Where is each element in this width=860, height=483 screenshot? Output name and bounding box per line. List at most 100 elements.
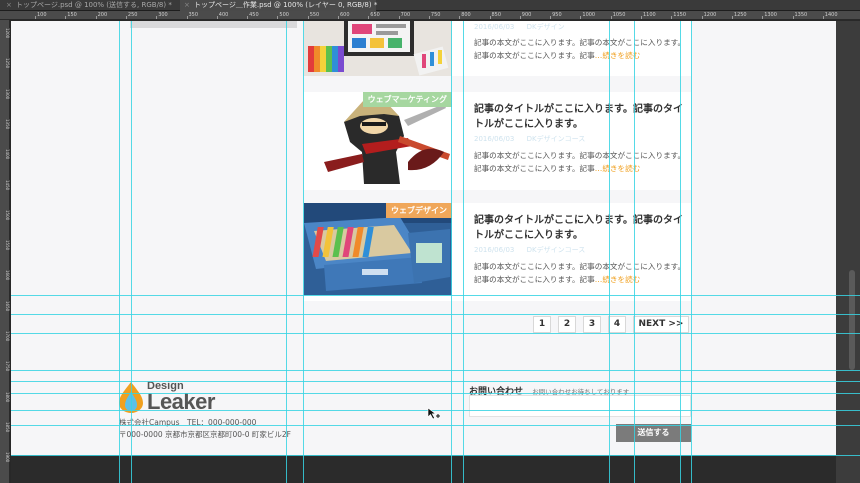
excerpt-text: 記事の本文がここに入ります。記事の本文がここに入ります。記事の本文がここに入りま… — [474, 38, 686, 60]
design-tools-image-icon — [304, 21, 452, 76]
article-title[interactable]: 記事のタイトルがここに入ります。記事のタイトルがここに入ります。 — [474, 102, 689, 132]
guide-line[interactable] — [131, 21, 132, 483]
sidebar-block — [130, 21, 297, 28]
ruler-tick-label: 1650 — [5, 300, 10, 311]
close-tab-icon[interactable]: × — [6, 0, 12, 11]
ruler-tick — [731, 16, 733, 19]
guide-line[interactable] — [634, 21, 635, 483]
design-leaker-logo[interactable]: Design Leaker — [117, 378, 257, 418]
close-tab-icon[interactable]: × — [184, 0, 190, 11]
vertical-ruler[interactable]: 1200 1250 1300 1350 1400 1450 1500 1550 1600 1650… — [0, 20, 10, 483]
guide-line[interactable] — [609, 21, 610, 483]
guide-line[interactable] — [451, 21, 452, 483]
page-1-button[interactable]: 1 — [533, 316, 551, 333]
guide-line[interactable] — [11, 370, 860, 371]
tag-label[interactable]: DKデザイン — [527, 23, 565, 31]
ruler-tick-label: 1750 — [5, 361, 10, 372]
ruler-tick-label: 1900 — [5, 452, 10, 463]
guide-line[interactable] — [286, 21, 287, 483]
guide-line[interactable] — [11, 314, 860, 315]
ruler-tick-label: 1050 — [612, 12, 626, 18]
guide-line[interactable] — [11, 333, 860, 334]
article-card[interactable]: ウェブデザイン 記事のタイトルがここに入ります。記事のタイトルがここに入ります。… — [304, 203, 691, 301]
guide-line[interactable] — [11, 393, 860, 394]
tab-top-page-psd[interactable]: × トップページ.psd @ 100% (送信する, RGB/8) * — [2, 0, 178, 11]
date-label: 2016/06/03 — [474, 135, 515, 143]
ruler-tick-label: 900 — [521, 12, 532, 18]
horizontal-ruler[interactable]: 100 150 200 250 300 350 400 450 500 550 600 650 700 7… — [0, 11, 860, 20]
article-thumbnail-file-cabinet[interactable]: ウェブデザイン — [304, 203, 452, 295]
article-meta: 2016/06/03 DKデザインコース — [474, 134, 595, 144]
ruler-tick-label: 400 — [218, 12, 229, 18]
document-tab-bar: × トップページ.psd @ 100% (送信する, RGB/8) * × トッ… — [0, 0, 860, 11]
ruler-tick — [247, 16, 249, 19]
ruler-tick-label: 1200 — [703, 12, 717, 18]
page-4-button[interactable]: 4 — [608, 316, 626, 333]
ruler-tick-label: 500 — [279, 12, 289, 18]
ruler-tick — [428, 16, 430, 19]
ruler-tick — [610, 16, 612, 19]
guide-line[interactable] — [680, 21, 681, 483]
document-canvas[interactable]: 2016/06/03 DKデザイン 記事の本文がここに入ります。記事の本文がここ… — [11, 21, 836, 455]
guide-line[interactable] — [691, 21, 692, 483]
ruler-tick-label: 300 — [158, 12, 168, 18]
excerpt-text: 記事の本文がここに入ります。記事の本文がここに入ります。記事の本文がここに入りま… — [474, 151, 686, 173]
guide-line[interactable] — [119, 21, 120, 483]
ruler-tick-label: 1400 — [5, 149, 10, 160]
page-2-button[interactable]: 2 — [558, 316, 576, 333]
contact-input-field[interactable] — [469, 395, 691, 417]
ruler-tick-label: 1250 — [733, 12, 747, 18]
article-card[interactable]: 2016/06/03 DKデザイン 記事の本文がここに入ります。記事の本文がここ… — [304, 21, 691, 76]
move-cursor-icon — [427, 407, 440, 420]
ruler-tick — [368, 16, 370, 19]
ruler-tick-label: 100 — [37, 12, 47, 18]
ruler-tick-label: 950 — [552, 12, 562, 18]
tab-top-page-work-psd[interactable]: × トップページ＿作業.psd @ 100% (レイヤー 0, RGB/8) * — [180, 0, 378, 11]
tab-label: トップページ.psd @ 100% (送信する, RGB/8) * — [16, 1, 172, 9]
ruler-tick-label: 1600 — [5, 270, 10, 281]
ruler-tick — [489, 16, 491, 19]
article-excerpt: 記事の本文がここに入ります。記事の本文がここに入ります。記事の本文がここに入りま… — [474, 36, 689, 62]
ruler-tick — [671, 16, 673, 19]
ruler-tick-label: 600 — [340, 12, 350, 18]
excerpt-text: 記事の本文がここに入ります。記事の本文がここに入ります。記事の本文がここに入りま… — [474, 262, 686, 284]
ruler-tick-label: 550 — [309, 12, 320, 18]
ruler-tick — [338, 16, 339, 19]
ruler-tick-label: 1350 — [794, 12, 808, 18]
ruler-tick-label: 700 — [400, 12, 411, 18]
ruler-tick-label: 450 — [249, 12, 259, 18]
ruler-tick-label: 1850 — [5, 421, 10, 433]
ruler-tick — [580, 16, 582, 19]
ruler-tick-label: 1200 — [5, 28, 10, 39]
category-badge[interactable]: ウェブデザイン — [386, 203, 452, 218]
article-card[interactable]: ウェブマーケティング 記事のタイトルがここに入ります。記事のタイトルがここに入り… — [304, 92, 691, 190]
guide-line[interactable] — [11, 295, 860, 296]
guide-line[interactable] — [11, 381, 860, 382]
company-info: 株式会社Campus TEL：000-000-000 〒000-0000 京都市… — [119, 417, 291, 441]
date-label: 2016/06/03 — [474, 23, 515, 31]
article-title[interactable]: 記事のタイトルがここに入ります。記事のタイトルがここに入ります。 — [474, 213, 689, 243]
tag-label[interactable]: DKデザインコース — [527, 135, 586, 143]
guide-line[interactable] — [463, 21, 464, 483]
guide-line[interactable] — [303, 21, 304, 483]
date-label: 2016/06/03 — [474, 246, 515, 254]
ruler-tick-label: 1250 — [5, 58, 10, 69]
tag-label[interactable]: DKデザインコース — [527, 246, 586, 254]
ruler-tick-label: 200 — [97, 12, 108, 18]
vertical-scrollbar-track[interactable] — [836, 21, 860, 483]
ruler-tick — [277, 16, 279, 19]
category-badge[interactable]: ウェブマーケティング — [362, 92, 452, 107]
pasteboard — [11, 455, 836, 483]
article-thumbnail-design-tools[interactable] — [304, 21, 452, 76]
vertical-scrollbar-thumb[interactable] — [849, 270, 855, 370]
ruler-tick-label: 150 — [67, 12, 77, 18]
article-thumbnail-ninja[interactable]: ウェブマーケティング — [304, 92, 452, 184]
ruler-tick — [95, 16, 97, 19]
tab-label: トップページ＿作業.psd @ 100% (レイヤー 0, RGB/8) * — [194, 1, 378, 9]
address-line: 〒000-0000 京都市京都区京都町00-0 町家ビル2F — [119, 430, 291, 439]
ruler-tick-label: 1000 — [582, 12, 596, 18]
page-3-button[interactable]: 3 — [583, 316, 601, 333]
guide-line[interactable] — [11, 455, 860, 456]
guide-line[interactable] — [11, 425, 860, 426]
ruler-tick — [307, 16, 309, 19]
